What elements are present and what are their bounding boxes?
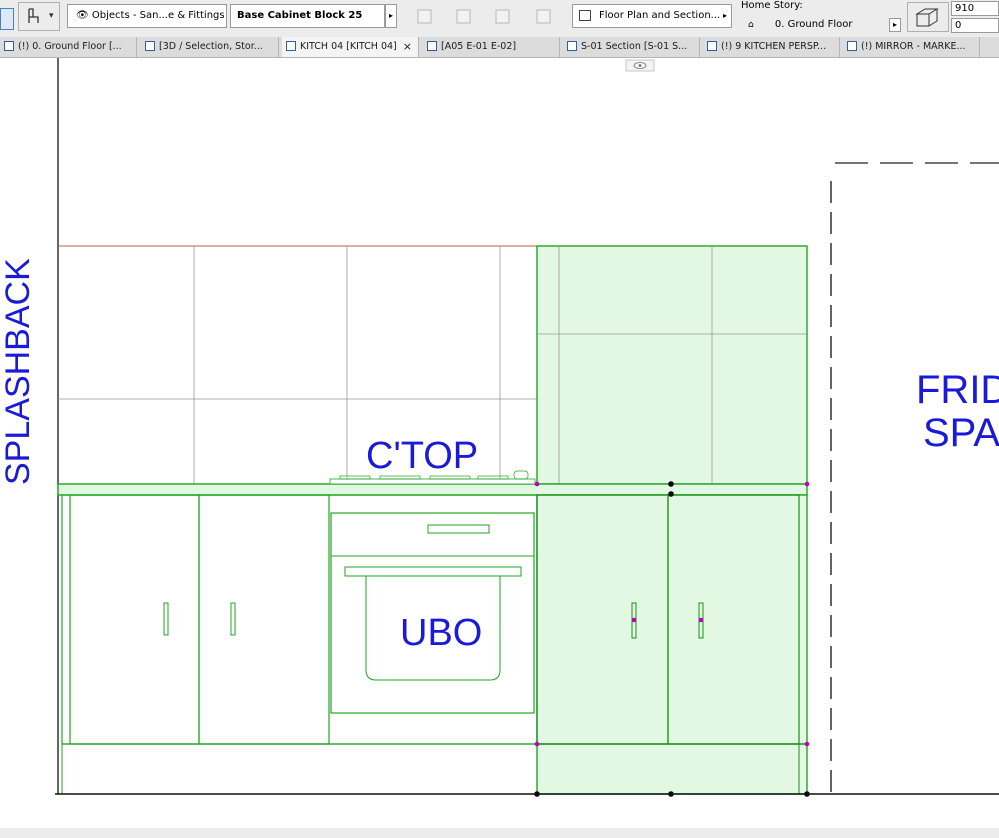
stretch-icon[interactable] xyxy=(533,6,555,28)
cooktop[interactable] xyxy=(329,478,536,485)
tab-ground-floor[interactable]: (!) 0. Ground Floor [... xyxy=(0,37,137,57)
hotspot[interactable] xyxy=(804,741,810,747)
hotspot[interactable] xyxy=(804,481,810,487)
home-icon: ⌂ xyxy=(748,20,754,30)
tab-kitchen-perspective[interactable]: (!) 9 KITCHEN PERSP... xyxy=(703,37,840,57)
elevation-canvas[interactable]: SPLASHBACK C'TOP UBO FRID SPAC xyxy=(0,58,999,838)
box-height-icon xyxy=(915,8,939,27)
section-icon xyxy=(567,41,577,51)
home-story-label: Home Story: xyxy=(741,0,803,11)
fridge-label-line2[interactable]: SPAC xyxy=(923,411,999,455)
tab-mirror-marker[interactable]: (!) MIRROR - MARKE... xyxy=(843,37,980,57)
chevron-right-icon: ▸ xyxy=(722,11,727,20)
tab-s01-section[interactable]: S-01 Section [S-01 S... xyxy=(563,37,700,57)
info-box-toolbar: ▾ 👁 Objects - San...e & Fittings ▸ Base … xyxy=(0,0,999,38)
fridge-label-line1[interactable]: FRID xyxy=(916,368,999,412)
floor-plan-icon xyxy=(4,41,14,51)
mirror-icon[interactable] xyxy=(453,6,475,28)
splashback-label[interactable]: SPLASHBACK xyxy=(0,258,37,485)
countertop-label[interactable]: C'TOP xyxy=(366,435,478,477)
tab-a05-layout[interactable]: [A05 E-01 E-02] xyxy=(423,37,560,57)
element-name-field[interactable]: Base Cabinet Block 25 xyxy=(230,4,385,28)
tab-label: [A05 E-01 E-02] xyxy=(441,41,517,52)
home-story-value: 0. Ground Floor xyxy=(774,19,853,30)
oven-control-panel xyxy=(427,524,490,534)
hotspot[interactable] xyxy=(631,617,637,623)
chevron-down-icon[interactable]: ▾ xyxy=(49,11,54,21)
cabinet-door[interactable] xyxy=(69,494,200,745)
hotspot[interactable] xyxy=(534,481,540,487)
kitchen-elevation-drawing[interactable]: SPLASHBACK C'TOP UBO FRID SPAC xyxy=(0,58,999,828)
element-name-arrow[interactable]: ▸ xyxy=(385,4,397,28)
door-handle xyxy=(163,602,169,636)
elevate-icon[interactable] xyxy=(492,6,514,28)
home-story-selector[interactable]: ⌂ 0. Ground Floor xyxy=(748,19,898,32)
view-field-value: Floor Plan and Section... xyxy=(599,10,721,21)
elevation-icon xyxy=(847,41,857,51)
rotate-icon[interactable] xyxy=(414,6,436,28)
layout-icon xyxy=(427,41,437,51)
chair-icon[interactable] xyxy=(24,7,44,27)
interior-elevation-icon xyxy=(286,41,296,51)
3d-view-icon xyxy=(145,41,155,51)
hotspot[interactable] xyxy=(698,617,704,623)
hotspot[interactable] xyxy=(534,741,540,747)
floor-plan-section-icon xyxy=(579,10,591,21)
perspective-icon xyxy=(707,41,717,51)
selected-tile-block[interactable] xyxy=(536,245,808,485)
tab-label: KITCH 04 [KITCH 04] xyxy=(300,41,397,52)
tab-label: [3D / Selection, Stor... xyxy=(159,41,263,52)
home-story-arrow[interactable]: ▸ xyxy=(889,18,901,32)
selection-mode-button[interactable] xyxy=(0,8,14,30)
oven-handle xyxy=(344,566,522,577)
cabinet-door[interactable] xyxy=(198,494,330,745)
view-tab-bar: (!) 0. Ground Floor [... [3D / Selection… xyxy=(0,37,999,58)
view-selector[interactable]: Floor Plan and Section... ▸ xyxy=(572,4,732,28)
node-point[interactable] xyxy=(668,481,674,487)
door-handle xyxy=(230,602,236,636)
tab-label: (!) 0. Ground Floor [... xyxy=(18,41,122,52)
status-bar xyxy=(0,828,999,838)
object-tool-group: ▾ xyxy=(18,2,60,31)
fridge-space-outline[interactable] xyxy=(830,162,999,794)
layer-selector[interactable]: 👁 Objects - San...e & Fittings ▸ xyxy=(67,4,227,28)
tab-label: (!) 9 KITCHEN PERSP... xyxy=(721,41,827,52)
height-input[interactable]: 910 xyxy=(951,1,999,16)
eye-icon: 👁 xyxy=(76,10,89,21)
node-point[interactable] xyxy=(668,491,674,497)
oven-label[interactable]: UBO xyxy=(400,612,482,654)
base-cabinet-block-25-selected[interactable] xyxy=(534,481,810,797)
tab-kitch-04[interactable]: KITCH 04 [KITCH 04] × xyxy=(282,37,419,57)
tab-label: (!) MIRROR - MARKE... xyxy=(861,41,966,52)
height-icon-group xyxy=(907,2,949,32)
layer-field-value: Objects - San...e & Fittings xyxy=(91,10,225,21)
offset-input[interactable]: 0 xyxy=(951,18,999,33)
close-icon[interactable]: × xyxy=(403,37,412,56)
tab-3d-view[interactable]: [3D / Selection, Stor... xyxy=(141,37,279,57)
view-eye-icon[interactable] xyxy=(625,59,655,72)
tab-label: S-01 Section [S-01 S... xyxy=(581,41,688,52)
